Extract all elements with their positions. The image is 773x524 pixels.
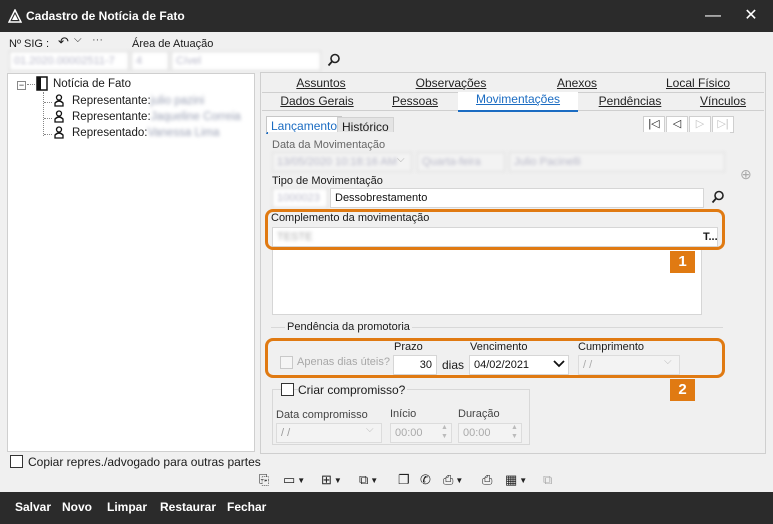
pendencia-group-label: Pendência da promotoria bbox=[285, 321, 412, 333]
title-bar: Cadastro de Notícia de Fato — ✕ bbox=[0, 0, 773, 32]
data-movimentacao-label: Data da Movimentação bbox=[272, 139, 386, 151]
chevron-down-icon[interactable]: ⌵ bbox=[74, 34, 82, 45]
criar-compromisso-label: Criar compromisso? bbox=[298, 383, 408, 397]
close-icon[interactable]: ✕ bbox=[731, 0, 771, 32]
tab-local-fisico[interactable]: Local Físico bbox=[632, 76, 764, 93]
inicio-spinner[interactable]: ▲ ▼ bbox=[441, 423, 448, 441]
copy-parties-checkbox[interactable] bbox=[10, 455, 23, 468]
tree-item[interactable]: Representado:Vanessa Lima bbox=[72, 127, 219, 139]
document-icon bbox=[36, 76, 48, 91]
search-icon[interactable] bbox=[711, 190, 725, 204]
tab-dados-gerais[interactable]: Dados Gerais bbox=[262, 94, 372, 111]
undo-icon[interactable]: ↶ bbox=[58, 34, 69, 50]
area-code-field[interactable]: 4 bbox=[131, 51, 169, 71]
tab-movimentacoes[interactable]: Movimentações bbox=[458, 92, 578, 112]
highlight-badge-1: 1 bbox=[670, 251, 695, 273]
highlight-badge-2: 2 bbox=[670, 379, 695, 401]
tipo-value-field[interactable]: Dessobrestamento bbox=[330, 188, 704, 208]
tree-item[interactable]: Representante:Jaqueline Correia bbox=[72, 111, 241, 123]
tab-assuntos[interactable]: Assuntos bbox=[262, 76, 380, 93]
previous-record-icon[interactable]: ◁ bbox=[666, 116, 688, 133]
add-circle-icon[interactable]: ⊕ bbox=[740, 166, 752, 183]
duracao-spinner[interactable]: ▲ ▼ bbox=[511, 423, 518, 441]
tab-anexos[interactable]: Anexos bbox=[522, 76, 632, 93]
document-stack-icon[interactable]: ⧉ ▼ bbox=[359, 472, 378, 490]
more-icon[interactable]: ··· bbox=[92, 34, 103, 46]
bottom-action-bar: Salvar Novo Limpar Restaurar Fechar bbox=[0, 492, 773, 524]
calendar-icon[interactable]: ▦ ▼ bbox=[505, 472, 527, 490]
inicio-label: Início bbox=[390, 408, 417, 420]
print-icon[interactable]: ⎙ ▼ bbox=[443, 472, 463, 490]
parts-tree: − Notícia de Fato Representante:julio pa… bbox=[7, 73, 255, 452]
restore-button[interactable]: Restaurar bbox=[160, 500, 216, 514]
tab-vinculos[interactable]: Vínculos bbox=[682, 94, 764, 111]
last-record-icon[interactable]: ▷| bbox=[712, 116, 734, 133]
tipo-movimentacao-label: Tipo de Movimentação bbox=[272, 175, 383, 187]
tree-export-icon[interactable]: ⧉ bbox=[543, 472, 552, 490]
highlight-box-1 bbox=[265, 209, 725, 250]
person-icon bbox=[54, 126, 64, 139]
user-field: Julio Pacinelli bbox=[509, 152, 725, 172]
first-record-icon[interactable]: |◁ bbox=[643, 116, 665, 133]
structure-icon[interactable]: ⊞ ▼ bbox=[321, 472, 342, 490]
tree-collapse-toggle[interactable]: − bbox=[17, 79, 26, 91]
window-icon[interactable]: ▭ ▼ bbox=[283, 472, 305, 490]
data-movimentacao-field: 13/05/2020 10:18:16 AM bbox=[272, 152, 412, 172]
chevron-down-icon: ⌵ bbox=[397, 154, 405, 165]
area-field[interactable]: Cível bbox=[171, 51, 321, 71]
clear-button[interactable]: Limpar bbox=[107, 500, 147, 514]
new-button[interactable]: Novo bbox=[62, 500, 92, 514]
highlight-box-2 bbox=[265, 338, 725, 378]
phone-icon[interactable]: ✆ bbox=[420, 472, 431, 490]
criar-compromisso-checkbox[interactable] bbox=[281, 383, 294, 396]
copy-add-icon[interactable]: ⎘ bbox=[259, 472, 269, 490]
duracao-label: Duração bbox=[458, 408, 500, 420]
tipo-code-field[interactable]: 1000023 bbox=[272, 188, 328, 208]
copy-parties-label: Copiar repres./advogado para outras part… bbox=[28, 455, 261, 469]
area-label: Área de Atuação bbox=[132, 38, 214, 50]
tab-pendencias[interactable]: Pendências bbox=[578, 94, 682, 111]
next-record-icon[interactable]: ▷ bbox=[689, 116, 711, 133]
weekday-field: Quarta-feira bbox=[417, 152, 505, 172]
minimize-icon[interactable]: — bbox=[693, 0, 733, 32]
nsig-label: Nº SIG : bbox=[9, 38, 50, 50]
clipboard-icon[interactable]: ❐ bbox=[398, 472, 410, 490]
person-icon bbox=[54, 110, 64, 123]
person-icon bbox=[54, 94, 64, 107]
close-button[interactable]: Fechar bbox=[227, 500, 266, 514]
nsig-field[interactable]: 01.2020.00002511-7 bbox=[9, 51, 129, 71]
printer-icon[interactable]: ⎙ bbox=[482, 472, 492, 490]
tab-observacoes[interactable]: Observações bbox=[380, 76, 522, 93]
chevron-down-icon[interactable]: ⌵ bbox=[366, 424, 374, 435]
save-button[interactable]: Salvar bbox=[15, 500, 51, 514]
tree-root-label[interactable]: Notícia de Fato bbox=[53, 78, 131, 90]
app-logo-icon bbox=[8, 9, 22, 23]
data-compromisso-label: Data compromisso bbox=[276, 409, 368, 421]
complemento-textarea[interactable] bbox=[272, 247, 702, 315]
window-title: Cadastro de Notícia de Fato bbox=[26, 9, 185, 23]
tab-pessoas[interactable]: Pessoas bbox=[372, 94, 458, 111]
search-icon[interactable] bbox=[327, 53, 341, 67]
tree-item[interactable]: Representante:julio pazini bbox=[72, 95, 204, 107]
